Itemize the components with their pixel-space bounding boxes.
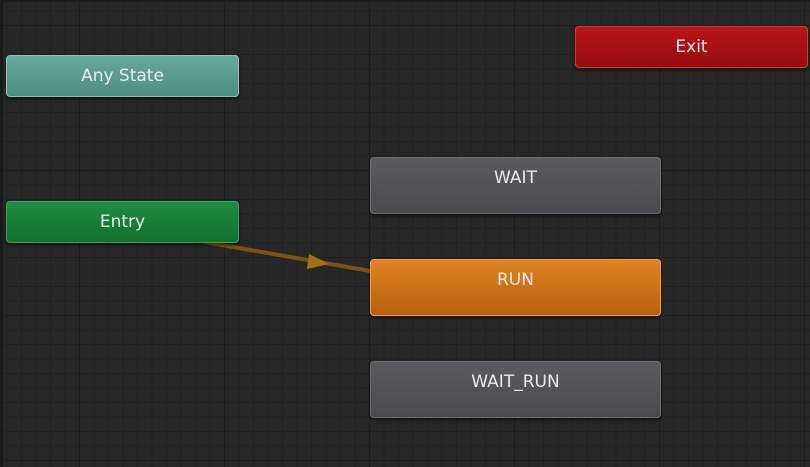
exit-node[interactable]: Exit — [575, 26, 808, 68]
state-label-run: RUN — [497, 270, 534, 290]
exit-label: Exit — [675, 37, 708, 57]
any-state-node[interactable]: Any State — [6, 55, 239, 97]
animator-graph-canvas[interactable]: Any State Entry Exit WAIT RUN WAIT_RUN — [0, 0, 810, 467]
state-node-wait-run[interactable]: WAIT_RUN — [370, 361, 661, 418]
transition-entry-to-run[interactable] — [203, 240, 372, 273]
any-state-label: Any State — [81, 66, 164, 86]
state-label-wait: WAIT — [494, 168, 537, 188]
entry-node[interactable]: Entry — [6, 201, 239, 243]
state-label-wait-run: WAIT_RUN — [471, 372, 560, 392]
state-node-wait[interactable]: WAIT — [370, 157, 661, 214]
state-node-run[interactable]: RUN — [370, 259, 661, 316]
transition-arrow-icon — [307, 254, 329, 269]
canvas-top-border — [0, 0, 810, 2]
entry-label: Entry — [99, 212, 146, 232]
canvas-left-border — [0, 0, 3, 467]
